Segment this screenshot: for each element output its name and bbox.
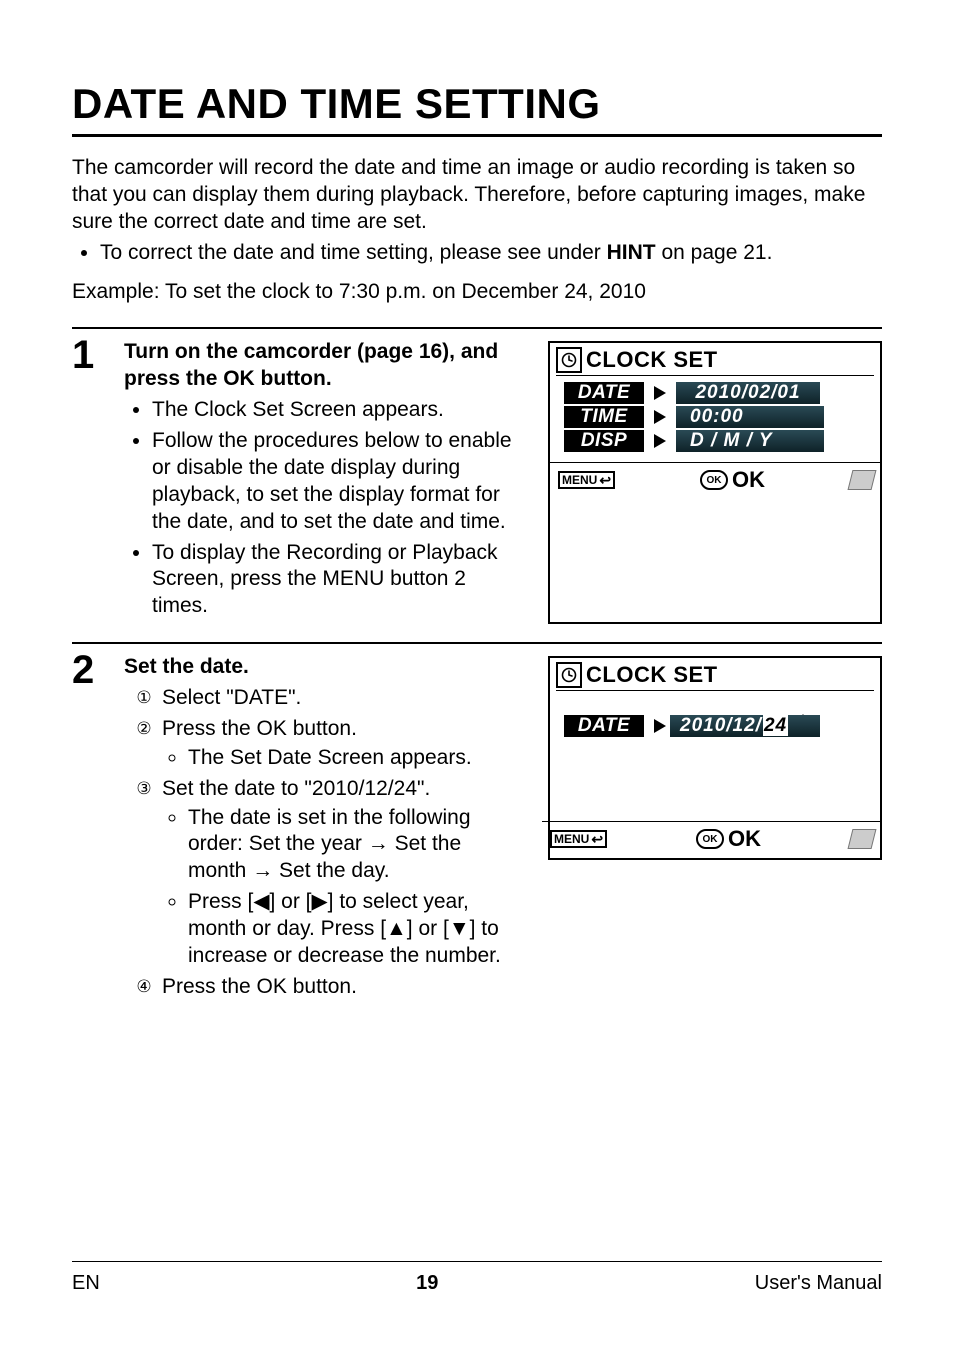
title-rule [72, 134, 882, 137]
step2-item-3-sub1: The date is set in the following order: … [188, 805, 524, 886]
step2-number: 2 [72, 650, 106, 690]
menu-badge: MENU↩ [558, 471, 615, 489]
step-1: 1 Turn on the camcorder (page 16), and p… [72, 333, 882, 624]
circled-2-icon: ② [134, 718, 154, 740]
ok-text: OK [728, 826, 761, 852]
step2-item-2-text: Press the OK button. [162, 717, 357, 740]
screen1-title: CLOCK SET [586, 347, 718, 373]
screen2-date-label: DATE [564, 715, 644, 737]
triangle-right-icon [654, 410, 666, 424]
step-2: 2 Set the date. ① Select "DATE". ② Press t… [72, 648, 882, 1005]
ok-indicator: OK OK [696, 826, 761, 852]
screen1-row-disp: DISP D / M / Y [564, 430, 874, 452]
step2-item-2-sub: The Set Date Screen appears. [188, 745, 524, 772]
screen2-date-edit: 2010/12/24 [676, 697, 820, 755]
step1-rule [72, 327, 882, 329]
clock-icon [556, 347, 582, 373]
screen1-disp-value: D / M / Y [676, 430, 824, 452]
step2-item-3-sub2: Press [◀] or [▶] to select year, month o… [188, 889, 524, 970]
circled-1-icon: ① [134, 687, 154, 709]
step2-heading: Set the date. [124, 654, 524, 681]
triangle-right-icon [654, 719, 666, 733]
step2-item-4: ④ Press the OK button. [134, 974, 524, 1001]
step2-item-1-text: Select "DATE". [162, 686, 301, 709]
intro-paragraph: The camcorder will record the date and t… [72, 155, 882, 236]
return-icon: ↩ [591, 832, 603, 846]
clock-set-screen-2: CLOCK SET DATE 2010/12/24 [548, 656, 882, 860]
triangle-right-icon [654, 434, 666, 448]
footer-right: User's Manual [755, 1272, 882, 1295]
screen1-date-label: DATE [564, 382, 644, 404]
page-footer: EN 19 User's Manual [72, 1261, 882, 1295]
menu-badge: MENU↩ [550, 830, 607, 848]
intro-bullet-suffix: on page 21. [656, 241, 773, 264]
screen1-disp-label: DISP [564, 430, 644, 452]
ok-badge-icon: OK [696, 829, 724, 849]
ok-indicator: OK OK [700, 467, 765, 493]
footer-page-number: 19 [416, 1272, 438, 1295]
grey-square-icon [847, 829, 876, 849]
footer-left: EN [72, 1272, 100, 1295]
intro-block: The camcorder will record the date and t… [72, 155, 882, 309]
screen1-time-label: TIME [564, 406, 644, 428]
triangle-right-icon [654, 386, 666, 400]
step1-heading: Turn on the camcorder (page 16), and pre… [124, 339, 524, 393]
intro-example: Example: To set the clock to 7:30 p.m. o… [72, 279, 882, 306]
clock-set-screen-1: CLOCK SET DATE 2010/02/01 TIME 00:00 [548, 341, 882, 624]
ok-text: OK [732, 467, 765, 493]
step1-bullet-2: Follow the procedures below to enable or… [152, 428, 524, 536]
step1-bullet-3: To display the Recording or Playback Scr… [152, 540, 524, 621]
ok-badge-icon: OK [700, 470, 728, 490]
step2-rule [72, 642, 882, 644]
intro-bullet: To correct the date and time setting, pl… [100, 240, 882, 267]
grey-square-icon [847, 470, 876, 490]
step1-number: 1 [72, 335, 106, 375]
screen1-row-date: DATE 2010/02/01 [564, 382, 874, 404]
intro-bullet-bold: HINT [607, 241, 656, 264]
return-icon: ↩ [599, 473, 611, 487]
screen1-time-value: 00:00 [676, 406, 824, 428]
step2-item-2: ② Press the OK button. The Set Date Scree… [134, 716, 524, 772]
step2-item-4-text: Press the OK button. [162, 975, 357, 998]
screen1-date-value: 2010/02/01 [676, 382, 820, 404]
circled-3-icon: ③ [134, 778, 154, 800]
step1-bullet-1: The Clock Set Screen appears. [152, 397, 524, 424]
menu-badge-text: MENU [562, 473, 597, 487]
step2-item-1: ① Select "DATE". [134, 685, 524, 712]
menu-badge-text: MENU [554, 832, 589, 846]
step2-item-3-text: Set the date to "2010/12/24". [162, 777, 430, 800]
screen2-date-highlight: 24 [763, 715, 788, 736]
intro-bullet-prefix: To correct the date and time setting, pl… [100, 241, 607, 264]
screen2-title: CLOCK SET [586, 662, 718, 688]
step2-item-3: ③ Set the date to "2010/12/24". The date … [134, 776, 524, 970]
page-title: DATE AND TIME SETTING [72, 80, 882, 128]
clock-icon [556, 662, 582, 688]
circled-4-icon: ④ [134, 976, 154, 998]
screen2-date-prefix: 2010/12/ [680, 715, 762, 736]
screen1-row-time: TIME 00:00 [564, 406, 874, 428]
